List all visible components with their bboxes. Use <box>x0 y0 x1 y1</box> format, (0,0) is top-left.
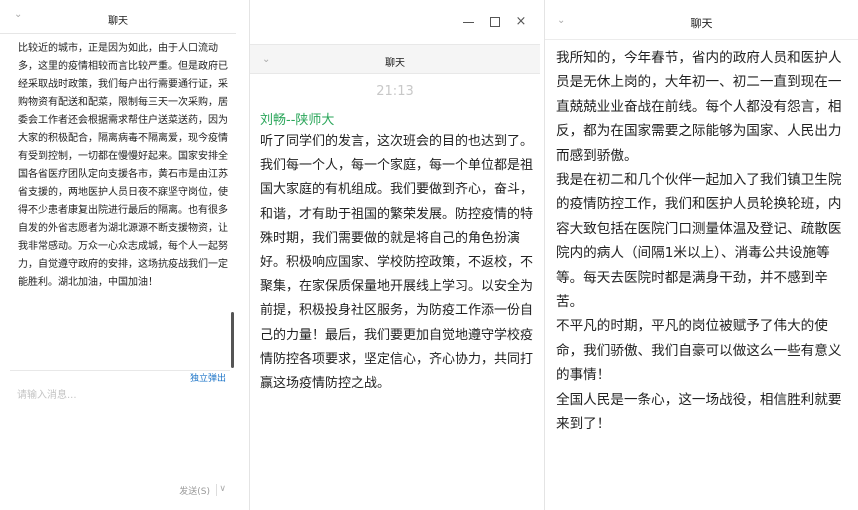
message-paragraph: 全国人民是一条心，这一场战役，相信胜利就要来到了！ <box>556 391 842 433</box>
message-paragraph: 不平凡的时期，平凡的岗位被赋予了伟大的使命，我们骄傲、我们自豪可以做这么一些有意… <box>556 318 842 384</box>
chat-window-middle: × ⌄ 聊天 21:13 刘畅--陕师大 听了同学们的发言，这次班会的目的也达到… <box>249 0 540 510</box>
chat-header: ⌄ 聊天 <box>0 0 236 34</box>
send-separator <box>216 484 217 496</box>
panel-gap <box>236 0 249 510</box>
chat-message-text: 比较近的城市，正是因为如此，由于人口流动多，这里的疫情相较而言比较严重。但是政府… <box>18 43 228 288</box>
send-options-chevron-icon[interactable]: ∨ <box>219 484 226 494</box>
message-input[interactable] <box>17 386 222 476</box>
chat-message-text: 听了同学们的发言，这次班会的目的也达到了。我们每一个人，每一个家庭，每一个单位都… <box>260 134 534 392</box>
chat-header: ⌄ 聊天 <box>545 0 858 40</box>
chat-title: 聊天 <box>385 58 405 69</box>
message-paragraph: 我是在初二和几个伙伴一起加入了我们镇卫生院的疫情防控工作，我们和医护人员轮换轮班… <box>556 172 842 311</box>
chat-panel-right: ⌄ 聊天 我所知的，今年春节，省内的政府人员和医护人员是无休上岗的，大年初一、初… <box>544 0 858 510</box>
chat-title: 聊天 <box>108 16 128 27</box>
message-timestamp: 21:13 <box>376 84 414 99</box>
close-icon[interactable]: × <box>513 14 529 30</box>
popout-link[interactable]: 独立弹出 <box>190 371 226 384</box>
maximize-icon[interactable] <box>487 14 503 30</box>
message-sender[interactable]: 刘畅--陕师大 <box>260 109 334 128</box>
send-button[interactable]: 发送(S) <box>179 484 210 497</box>
message-paragraph: 我所知的，今年春节，省内的政府人员和医护人员是无休上岗的，大年初一、初二一直到现… <box>556 50 842 164</box>
scrollbar-thumb[interactable] <box>231 312 234 368</box>
chat-panel-left: ⌄ 聊天 比较近的城市，正是因为如此，由于人口流动多，这里的疫情相较而言比较严重… <box>0 0 236 510</box>
minimize-icon[interactable] <box>460 14 476 30</box>
chat-header: ⌄ 聊天 <box>250 44 540 74</box>
chat-message-text: 我所知的，今年春节，省内的政府人员和医护人员是无休上岗的，大年初一、初二一直到现… <box>556 46 854 437</box>
window-titlebar: × <box>250 0 540 44</box>
chat-title: 聊天 <box>690 17 713 30</box>
